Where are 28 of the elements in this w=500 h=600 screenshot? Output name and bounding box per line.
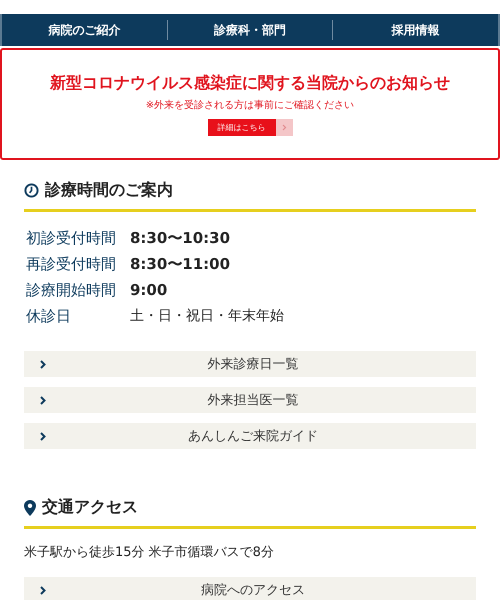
link-row[interactable]: 病院へのアクセス <box>24 577 476 600</box>
details-button[interactable]: 詳細はこちら <box>208 118 276 136</box>
section-heading: 交通アクセス <box>42 497 138 518</box>
nav-link[interactable]: 採用情報 <box>332 20 498 40</box>
nav-link[interactable]: 病院のご紹介 <box>2 20 167 40</box>
notice-title: 新型コロナウイルス感染症に関する当院からのお知らせ <box>50 72 450 94</box>
chevron-icon <box>40 396 46 404</box>
chevron-icon <box>40 586 46 594</box>
chevron-icon <box>40 432 46 440</box>
link-row[interactable]: 外来担当医一覧 <box>24 387 476 413</box>
hours-value: 8:30〜10:30 <box>130 228 230 249</box>
link-row[interactable]: あんしんご来院ガイド <box>24 423 476 449</box>
hours-label: 休診日 <box>26 306 72 327</box>
chevron-icon <box>40 360 46 368</box>
hours-value: 土・日・祝日・年末年始 <box>130 307 284 326</box>
hours-label: 診療開始時間 <box>26 280 117 301</box>
hours-label: 再診受付時間 <box>26 254 117 275</box>
section-heading: 診療時間のご案内 <box>45 180 173 201</box>
link-row[interactable]: 外来診療日一覧 <box>24 351 476 377</box>
nav-link[interactable]: 診療科・部門 <box>166 20 332 40</box>
clock-icon <box>24 183 39 198</box>
map-pin-icon <box>24 500 36 516</box>
hours-value: 8:30〜11:00 <box>130 254 230 275</box>
notice-note: ※外来を受診される方は事前にご確認ください <box>146 98 354 112</box>
hours-label: 初診受付時間 <box>26 228 117 249</box>
access-text: 米子駅から徒歩15分 米子市循環バスで8分 <box>24 544 275 561</box>
hours-value: 9:00 <box>130 280 168 301</box>
chevron-icon[interactable] <box>276 118 292 136</box>
